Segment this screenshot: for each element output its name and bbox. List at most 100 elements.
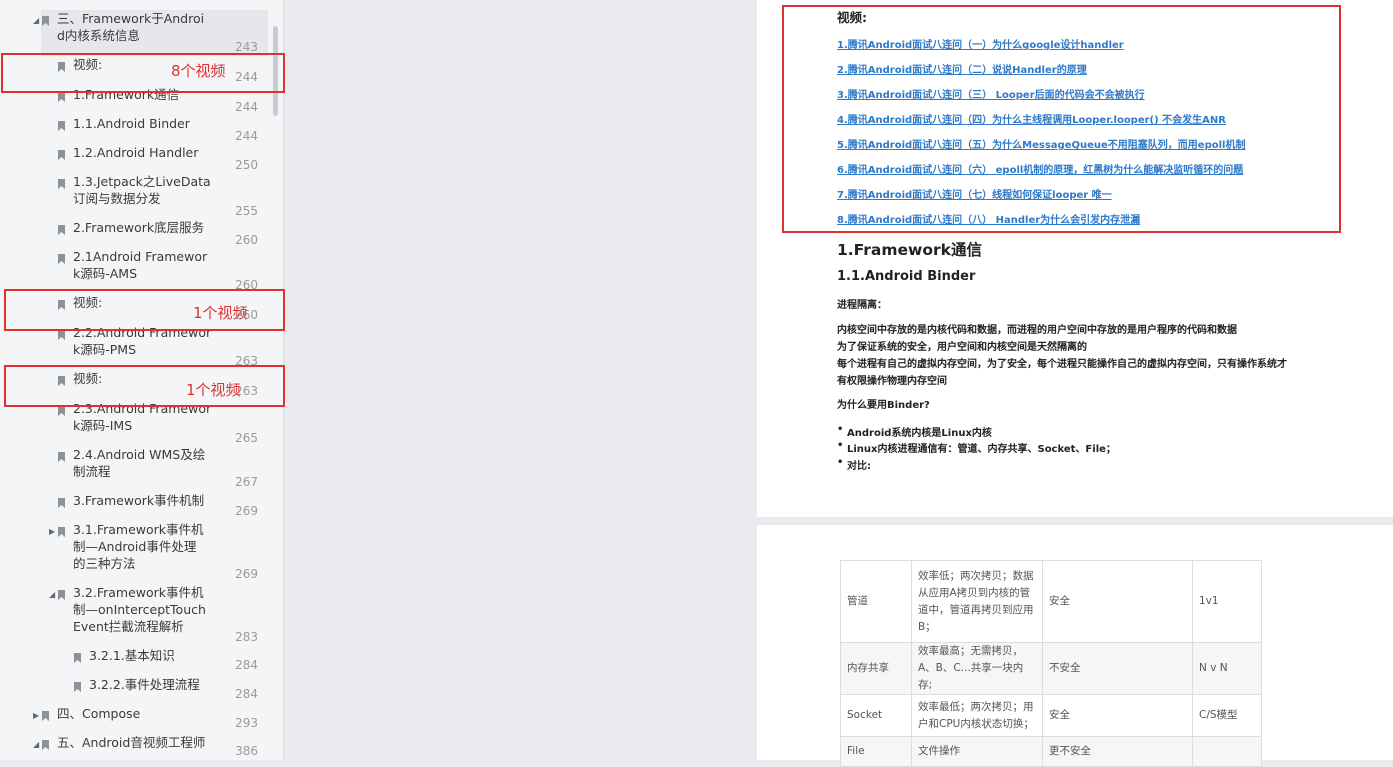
bookmark-icon <box>58 150 65 160</box>
bookmark-icon <box>58 406 65 416</box>
toc-page-number: 293 <box>235 716 258 730</box>
paragraph-title: 进程隔离： <box>837 300 887 311</box>
table-cell: 管道 <box>840 560 912 643</box>
paragraph-line: 为了保证系统的安全，用户空间和内核空间是天然隔离的 <box>837 342 1087 353</box>
toc-page-number: 244 <box>235 100 258 114</box>
toc-page-number: 284 <box>235 658 258 672</box>
table-cell: 效率最高；无需拷贝，A、B、C...共享一块内存; <box>911 642 1043 695</box>
bookmark-icon <box>74 682 81 692</box>
annotation-box <box>1 53 285 93</box>
table-cell: 效率最低；两次拷贝；用户和CPU内核状态切换； <box>911 694 1043 737</box>
toc-page-number: 243 <box>235 40 258 54</box>
table-cell: 内存共享 <box>840 642 912 695</box>
toc-item[interactable]: 3.2.1.基本知识 284 <box>0 647 268 676</box>
table-cell: 1v1 <box>1192 560 1262 643</box>
paragraph-line: 有权限操作物理内存空间 <box>837 376 947 387</box>
toc-item-label: 2.Framework底层服务 <box>73 220 205 235</box>
bookmark-icon <box>42 740 49 750</box>
table-cell: 更不安全 <box>1042 736 1193 767</box>
toc-item[interactable]: 2.1Android Framewor k源码-AMS 260 <box>0 248 268 294</box>
ipc-comparison-table: 管道 效率低；两次拷贝；数据从应用A拷贝到内核的管道中，管道再拷贝到应用B； 安… <box>840 560 1262 767</box>
document-page: 管道 效率低；两次拷贝；数据从应用A拷贝到内核的管道中，管道再拷贝到应用B； 安… <box>757 525 1393 767</box>
toc-item[interactable]: ◢ 三、Framework于Androi d内核系统信息 243 <box>33 10 268 56</box>
toc-page-number: 269 <box>235 504 258 518</box>
subsection-heading: 1.1.Android Binder <box>837 269 976 284</box>
table-cell: C/S模型 <box>1192 694 1262 737</box>
table-row: Socket 效率最低；两次拷贝；用户和CPU内核状态切换； 安全 C/S模型 <box>840 694 1262 737</box>
bookmark-icon <box>58 179 65 189</box>
table-cell <box>1192 736 1262 767</box>
toc-page-number: 260 <box>235 233 258 247</box>
toc-item-label: 1.3.Jetpack之LiveData 订阅与数据分发 <box>73 174 211 206</box>
bullet-item: 对比: <box>837 457 871 472</box>
annotation-box <box>4 365 285 407</box>
toc-item[interactable]: ▶ 3.1.Framework事件机 制—Android事件处理 的三种方法 269 <box>0 521 268 583</box>
table-cell: 文件操作 <box>911 736 1043 767</box>
toc-item-label: 3.2.1.基本知识 <box>89 648 175 663</box>
toc-item-label: 3.Framework事件机制 <box>73 493 205 508</box>
bookmark-icon <box>58 590 65 600</box>
toc-page-number: 269 <box>235 567 258 581</box>
bookmark-icon <box>74 653 81 663</box>
toc-item-label: 3.2.Framework事件机 制—onInterceptTouch Even… <box>73 585 206 634</box>
bookmark-icon <box>58 527 65 537</box>
paragraph-line: 每个进程有自己的虚拟内存空间，为了安全，每个进程只能操作自己的虚拟内存空间，只有… <box>837 359 1287 370</box>
table-row: 内存共享 效率最高；无需拷贝，A、B、C...共享一块内存; 不安全 N v N <box>840 642 1262 695</box>
bullet-item: Android系统内核是Linux内核 <box>837 424 992 439</box>
toc-item-label: 四、Compose <box>57 706 141 721</box>
bookmark-icon <box>58 254 65 264</box>
toc-item[interactable]: ▶ 四、Compose 293 <box>0 705 268 734</box>
toc-page-number: 244 <box>235 129 258 143</box>
toc-item-label: 3.2.2.事件处理流程 <box>89 677 200 692</box>
toc-item[interactable]: 2.4.Android WMS及绘 制流程 267 <box>0 446 268 492</box>
toc-item[interactable]: ◢ 五、Android音视频工程师 386 <box>0 734 268 760</box>
bookmark-icon <box>58 92 65 102</box>
toc-item[interactable]: 1.2.Android Handler 250 <box>0 144 268 173</box>
toc-item-label: 五、Android音视频工程师 <box>57 735 206 750</box>
expand-arrow-icon[interactable]: ▶ <box>49 527 55 536</box>
table-cell: 不安全 <box>1042 642 1193 695</box>
toc-item[interactable]: 2.Framework底层服务 260 <box>0 219 268 248</box>
toc-page-number: 255 <box>235 204 258 218</box>
toc-item[interactable]: 1.1.Android Binder 244 <box>0 115 268 144</box>
table-cell: 安全 <box>1042 560 1193 643</box>
table-cell: 安全 <box>1042 694 1193 737</box>
collapse-arrow-icon[interactable]: ◢ <box>33 740 39 749</box>
bookmark-icon <box>58 452 65 462</box>
toc-item-label: 1.1.Android Binder <box>73 116 190 131</box>
toc-item-label: 2.4.Android WMS及绘 制流程 <box>73 447 206 479</box>
annotation-label: 1个视频 <box>186 381 241 399</box>
table-cell: N v N <box>1192 642 1262 695</box>
section-heading: 1.Framework通信 <box>837 241 982 259</box>
toc-item[interactable]: ◢ 3.2.Framework事件机 制—onInterceptTouch Eve… <box>0 584 268 646</box>
annotation-label: 8个视频 <box>171 62 226 80</box>
collapse-arrow-icon[interactable]: ◢ <box>33 16 39 25</box>
expand-arrow-icon[interactable]: ▶ <box>33 711 39 720</box>
bookmark-icon <box>58 225 65 235</box>
bookmark-icon <box>42 16 49 26</box>
toc-page-number: 284 <box>235 687 258 701</box>
paragraph-line: 内核空间中存放的是内核代码和数据，而进程的用户空间中存放的是用户程序的代码和数据 <box>837 325 1237 336</box>
toc-item-label: 2.1Android Framewor k源码-AMS <box>73 249 208 281</box>
bullet-item: Linux内核进程通信有：管道、内存共享、Socket、File； <box>837 440 1116 455</box>
table-row: 管道 效率低；两次拷贝；数据从应用A拷贝到内核的管道中，管道再拷贝到应用B； 安… <box>840 560 1262 643</box>
toc-item[interactable]: 3.2.2.事件处理流程 284 <box>0 676 268 705</box>
bookmark-icon <box>42 711 49 721</box>
toc-item[interactable]: 3.Framework事件机制 269 <box>0 492 268 521</box>
toc-item[interactable]: 1.3.Jetpack之LiveData 订阅与数据分发 255 <box>0 173 268 219</box>
toc-item-label: 1.2.Android Handler <box>73 145 199 160</box>
table-row: File 文件操作 更不安全 <box>840 736 1262 767</box>
table-cell: Socket <box>840 694 912 737</box>
table-cell: File <box>840 736 912 767</box>
collapse-arrow-icon[interactable]: ◢ <box>49 590 55 599</box>
toc-page-number: 386 <box>235 744 258 758</box>
toc-page-number: 265 <box>235 431 258 445</box>
annotation-box <box>782 5 1341 233</box>
annotation-label: 1个视频 <box>193 304 248 322</box>
paragraph-title: 为什么要用Binder? <box>837 400 930 411</box>
toc-page-number: 267 <box>235 475 258 489</box>
toc-page-number: 283 <box>235 630 258 644</box>
table-cell: 效率低；两次拷贝；数据从应用A拷贝到内核的管道中，管道再拷贝到应用B； <box>911 560 1043 643</box>
toc-page-number: 250 <box>235 158 258 172</box>
bookmark-icon <box>58 330 65 340</box>
